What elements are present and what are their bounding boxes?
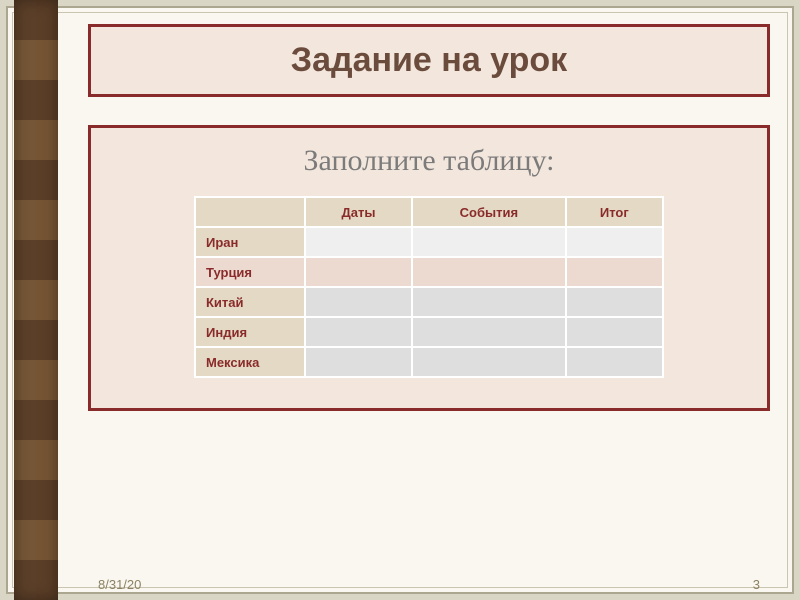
content-box: Заполните таблицу: Даты События Итог Ира… [88, 125, 770, 411]
slide-subtitle: Заполните таблицу: [111, 144, 747, 178]
table-row: Иран [195, 227, 663, 257]
col-header-events: События [412, 197, 566, 227]
cell [566, 317, 663, 347]
row-label: Китай [195, 287, 305, 317]
table-row: Мексика [195, 347, 663, 377]
cell [412, 257, 566, 287]
footer-date: 8/31/20 [98, 577, 141, 592]
data-table: Даты События Итог Иран Турция [194, 196, 664, 378]
cell [412, 347, 566, 377]
cell [412, 287, 566, 317]
footer: 8/31/20 3 [58, 577, 800, 592]
col-header-result: Итог [566, 197, 663, 227]
cell [305, 317, 412, 347]
footer-page: 3 [753, 577, 760, 592]
cell [412, 227, 566, 257]
cell [566, 257, 663, 287]
table-row: Турция [195, 257, 663, 287]
col-header-dates: Даты [305, 197, 412, 227]
cell [566, 287, 663, 317]
row-label: Индия [195, 317, 305, 347]
slide-content: Задание на урок Заполните таблицу: Даты … [58, 0, 800, 600]
cell [566, 347, 663, 377]
row-label: Иран [195, 227, 305, 257]
slide-title: Задание на урок [101, 41, 757, 80]
table-header-row: Даты События Итог [195, 197, 663, 227]
col-header-empty [195, 197, 305, 227]
row-label: Мексика [195, 347, 305, 377]
cell [305, 257, 412, 287]
table-wrapper: Даты События Итог Иран Турция [111, 196, 747, 378]
row-label: Турция [195, 257, 305, 287]
table-row: Китай [195, 287, 663, 317]
decorative-sidebar [14, 0, 58, 600]
title-box: Задание на урок [88, 24, 770, 97]
table-row: Индия [195, 317, 663, 347]
cell [305, 347, 412, 377]
cell [566, 227, 663, 257]
cell [305, 287, 412, 317]
cell [305, 227, 412, 257]
cell [412, 317, 566, 347]
